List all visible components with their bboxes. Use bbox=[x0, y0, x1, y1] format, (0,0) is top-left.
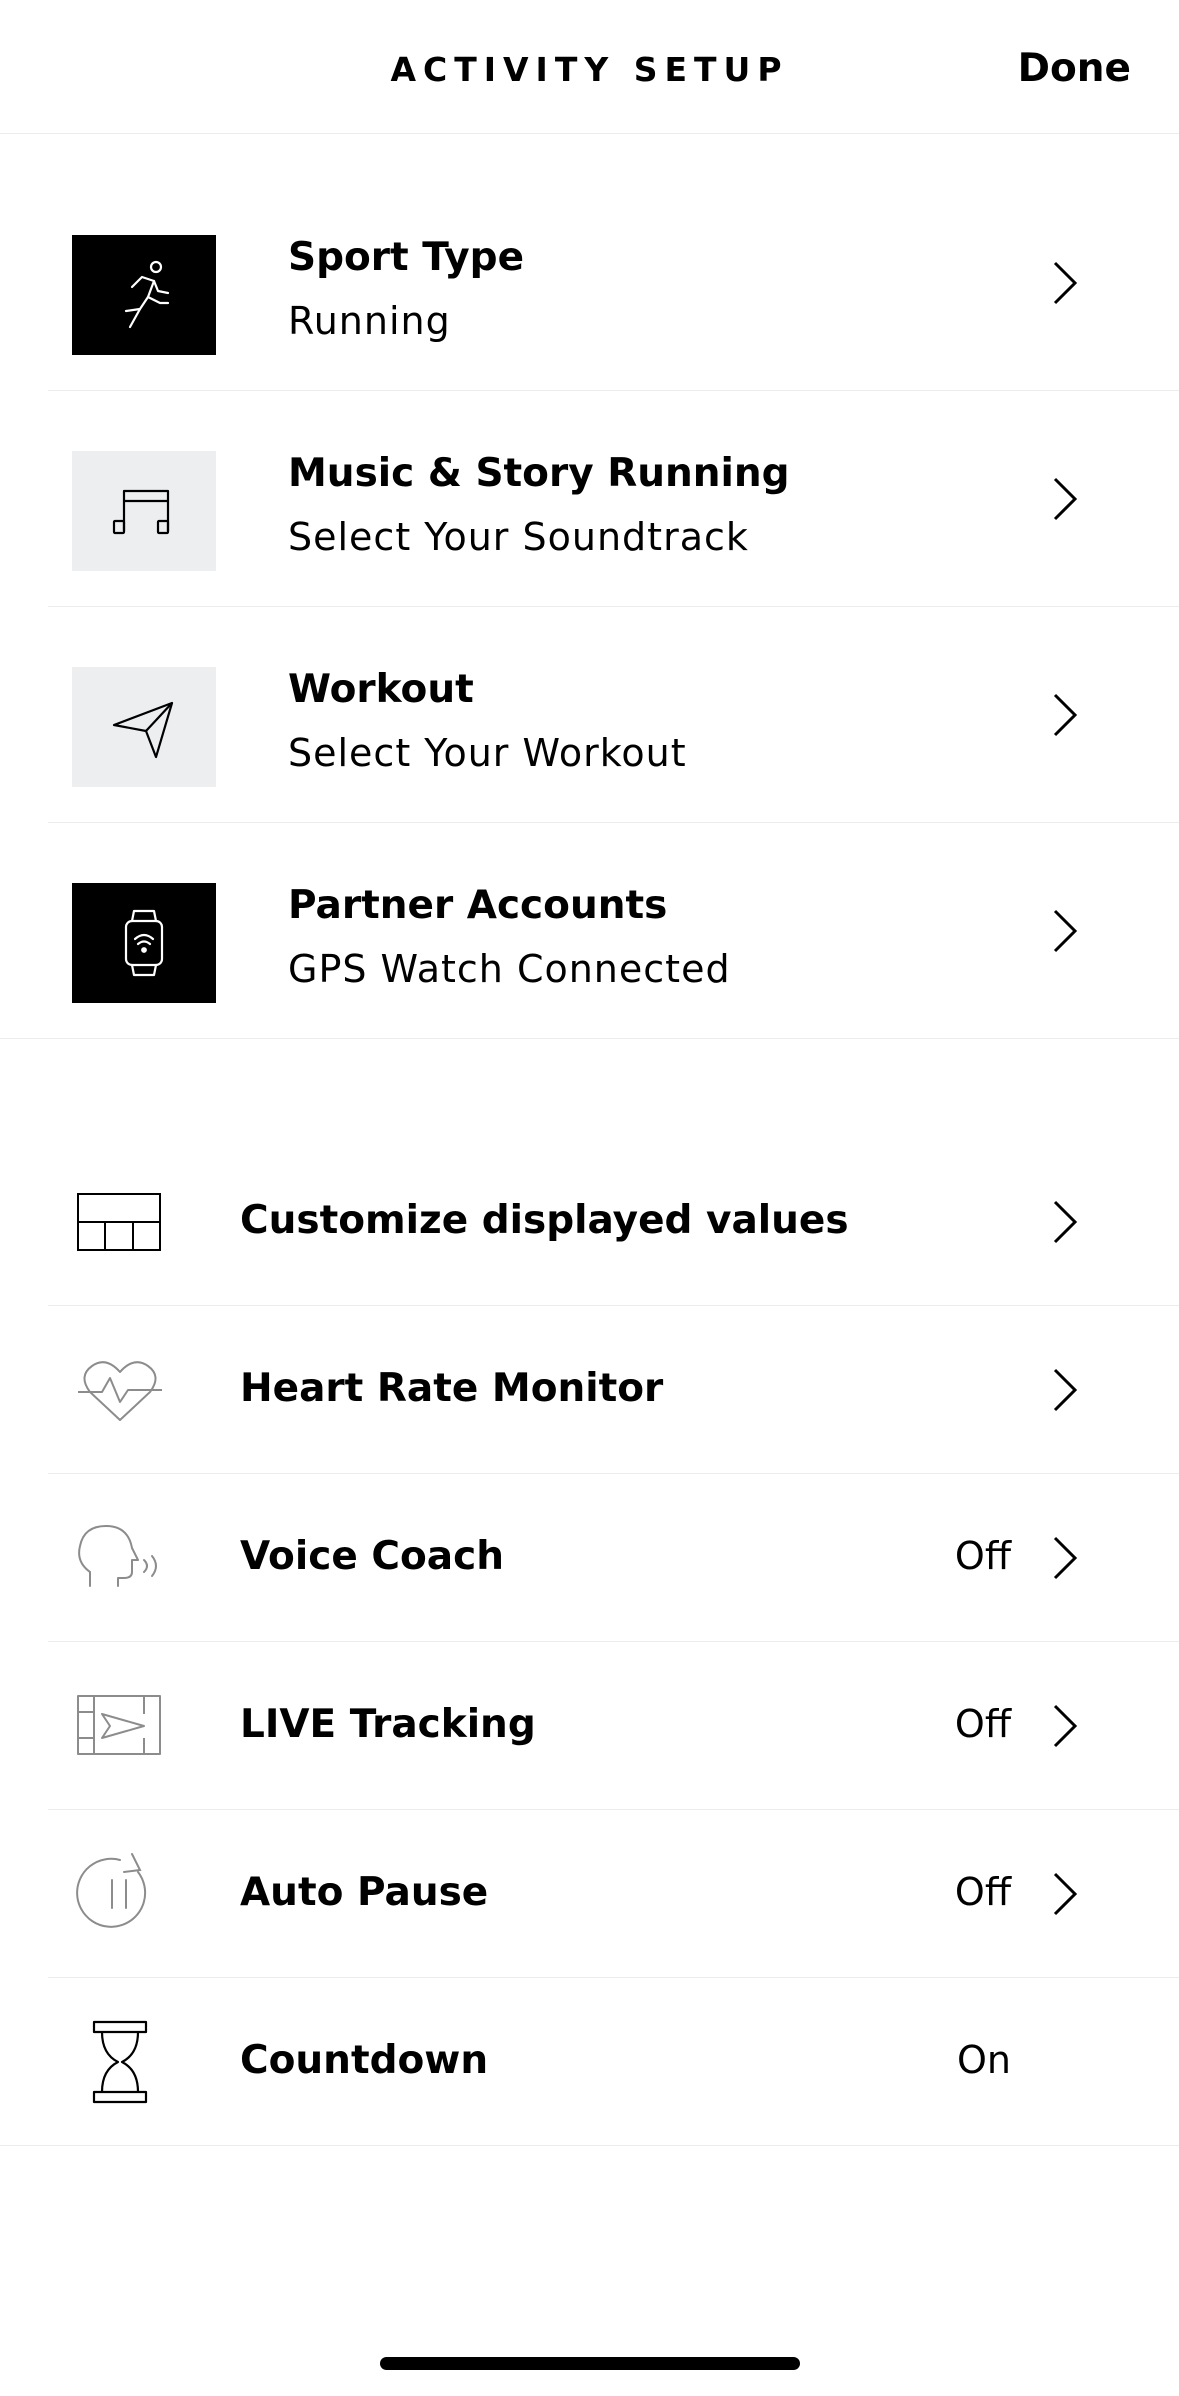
chevron-right-icon bbox=[1053, 1704, 1078, 1748]
live-tracking-row[interactable]: LIVE Tracking Off bbox=[0, 1642, 1179, 1810]
countdown-value[interactable]: On bbox=[957, 2038, 1011, 2082]
chevron-right-icon bbox=[1053, 477, 1078, 521]
running-person-icon bbox=[72, 235, 216, 355]
workout-row[interactable]: Workout Select Your Workout bbox=[0, 607, 1179, 823]
voice-head-icon bbox=[72, 1514, 168, 1602]
live-tracking-label: LIVE Tracking bbox=[240, 1702, 536, 1747]
heart-rate-monitor-label: Heart Rate Monitor bbox=[240, 1366, 664, 1411]
live-tracking-value: Off bbox=[954, 1702, 1011, 1746]
divider bbox=[0, 2145, 1179, 2146]
partner-accounts-row[interactable]: Partner Accounts GPS Watch Connected bbox=[0, 823, 1179, 1039]
sport-type-value: Running bbox=[288, 299, 451, 343]
music-story-row[interactable]: Music & Story Running Select Your Soundt… bbox=[0, 391, 1179, 607]
music-note-icon bbox=[72, 451, 216, 571]
divider bbox=[0, 1038, 1179, 1039]
smartwatch-icon bbox=[72, 883, 216, 1003]
chevron-right-icon bbox=[1053, 1200, 1078, 1244]
chevron-right-icon bbox=[1053, 1872, 1078, 1916]
partner-accounts-title: Partner Accounts bbox=[288, 883, 668, 928]
partner-accounts-status: GPS Watch Connected bbox=[288, 947, 731, 991]
customize-values-row[interactable]: Customize displayed values bbox=[0, 1138, 1179, 1306]
chevron-right-icon bbox=[1053, 909, 1078, 953]
auto-pause-icon bbox=[72, 1850, 168, 1938]
done-button[interactable]: Done bbox=[1018, 46, 1131, 91]
sport-type-title: Sport Type bbox=[288, 235, 525, 280]
countdown-row[interactable]: Countdown On bbox=[0, 1978, 1179, 2146]
heart-rate-icon bbox=[72, 1346, 168, 1434]
auto-pause-label: Auto Pause bbox=[240, 1870, 489, 1915]
heart-rate-monitor-row[interactable]: Heart Rate Monitor bbox=[0, 1306, 1179, 1474]
page-title: ACTIVITY SETUP bbox=[390, 50, 789, 89]
live-tracking-map-icon bbox=[72, 1682, 168, 1770]
countdown-label: Countdown bbox=[240, 2038, 489, 2083]
music-story-subtitle: Select Your Soundtrack bbox=[288, 515, 749, 559]
music-story-title: Music & Story Running bbox=[288, 451, 790, 496]
header-bar: ACTIVITY SETUP Done bbox=[0, 0, 1179, 134]
customize-values-label: Customize displayed values bbox=[240, 1198, 849, 1243]
hourglass-icon bbox=[72, 2018, 168, 2106]
sport-type-row[interactable]: Sport Type Running bbox=[0, 175, 1179, 391]
workout-subtitle: Select Your Workout bbox=[288, 731, 687, 775]
chevron-right-icon bbox=[1053, 693, 1078, 737]
grid-layout-icon bbox=[72, 1178, 168, 1266]
voice-coach-row[interactable]: Voice Coach Off bbox=[0, 1474, 1179, 1642]
chevron-right-icon bbox=[1053, 1368, 1078, 1412]
voice-coach-label: Voice Coach bbox=[240, 1534, 504, 1579]
workout-title: Workout bbox=[288, 667, 474, 712]
auto-pause-row[interactable]: Auto Pause Off bbox=[0, 1810, 1179, 1978]
chevron-right-icon bbox=[1053, 1536, 1078, 1580]
chevron-right-icon bbox=[1053, 261, 1078, 305]
home-indicator[interactable] bbox=[380, 2357, 800, 2370]
navigation-arrow-icon bbox=[72, 667, 216, 787]
voice-coach-value: Off bbox=[954, 1534, 1011, 1578]
auto-pause-value: Off bbox=[954, 1870, 1011, 1914]
